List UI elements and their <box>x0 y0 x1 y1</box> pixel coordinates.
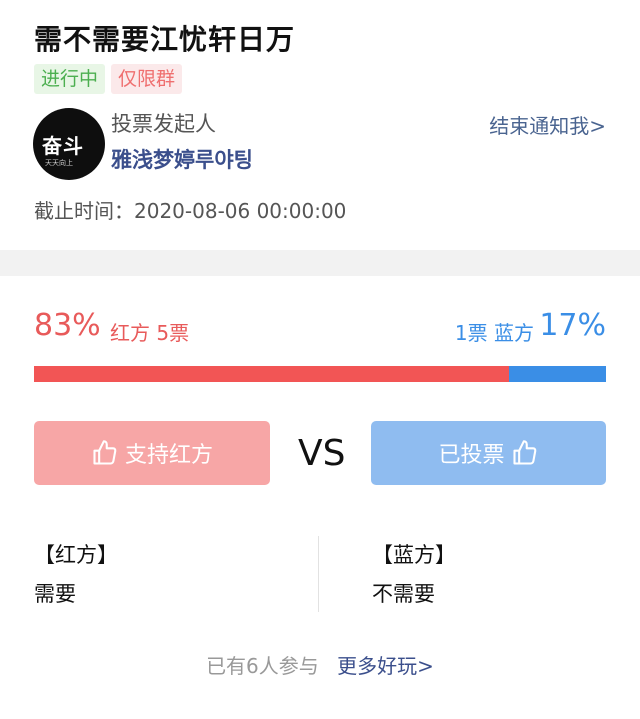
deadline-text: 截止时间：2020-08-06 00:00:00 <box>34 199 347 223</box>
avatar[interactable]: 奋斗 天天向上 <box>33 108 105 180</box>
blue-progress-fill <box>508 366 606 382</box>
section-divider <box>0 250 640 276</box>
red-vote-label: 红方 5票 <box>110 321 190 345</box>
blue-side-title: 【蓝方】 <box>372 543 456 567</box>
initiator-name[interactable]: 雅浅梦婷루야팅 <box>111 144 253 174</box>
vs-label: VS <box>298 433 346 474</box>
vote-progress-bar <box>34 366 606 382</box>
red-progress-fill <box>34 366 509 382</box>
voted-label: 已投票 <box>438 443 505 468</box>
red-percent: 83% <box>34 308 101 343</box>
notify-me-link[interactable]: 结束通知我> <box>489 110 606 139</box>
blue-vote-label: 1票 蓝方 <box>454 321 534 345</box>
poll-title: 需不需要江忧轩日万 <box>34 23 296 56</box>
column-divider <box>318 536 319 612</box>
more-fun-link[interactable]: 更多好玩> <box>337 654 434 678</box>
thumbs-up-icon <box>512 440 536 465</box>
initiator-label: 投票发起人 <box>111 112 216 136</box>
blue-side-position: 不需要 <box>372 582 435 606</box>
group-only-badge: 仅限群 <box>111 64 183 94</box>
red-side-position: 需要 <box>34 582 76 606</box>
support-red-button[interactable]: 支持红方 <box>34 421 270 485</box>
support-red-label: 支持红方 <box>124 443 213 468</box>
blue-percent: 17% <box>539 308 606 343</box>
footer: 已有6人参与 更多好玩> <box>0 650 640 679</box>
tag-row: 进行中 仅限群 <box>34 64 183 94</box>
avatar-big-text: 奋斗 <box>42 134 84 158</box>
avatar-small-text: 天天向上 <box>45 159 73 167</box>
thumbs-up-icon <box>93 440 117 465</box>
status-badge: 进行中 <box>34 64 106 94</box>
participant-count: 已有6人参与 <box>206 654 319 678</box>
voted-button[interactable]: 已投票 <box>371 421 606 485</box>
red-side-title: 【红方】 <box>34 543 118 567</box>
